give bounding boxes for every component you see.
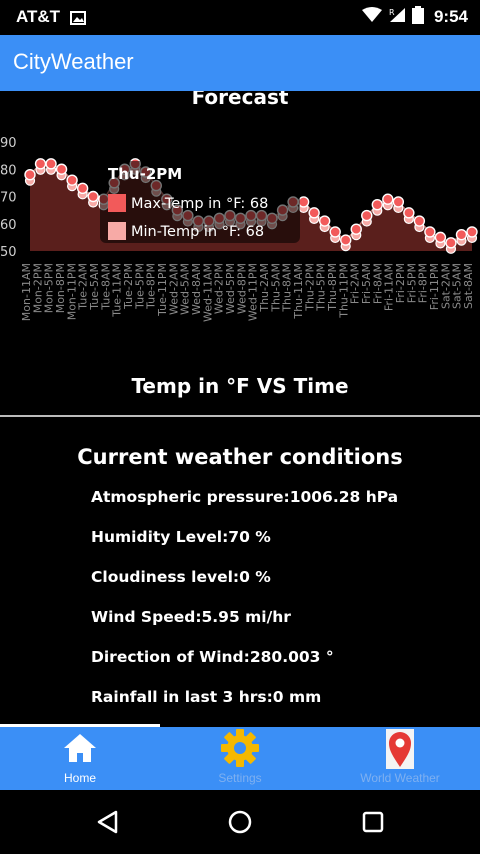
map-pin-icon xyxy=(386,729,414,773)
status-bar: AT&T R 9:54 xyxy=(0,0,480,35)
max-temp-point xyxy=(34,158,47,170)
tooltip-min-swatch xyxy=(108,222,126,240)
max-temp-point xyxy=(392,196,405,208)
system-nav-bar xyxy=(0,790,480,854)
max-temp-point xyxy=(87,190,99,203)
x-tick-label: Sat-8AM xyxy=(462,263,475,309)
max-temp-point xyxy=(424,226,436,238)
nav-home[interactable]: Home xyxy=(0,727,160,790)
app-bar: CityWeather xyxy=(0,35,480,91)
gear-icon xyxy=(220,729,260,772)
max-temp-point xyxy=(434,231,447,244)
conditions-title: Current weather conditions xyxy=(77,445,403,469)
max-temp-point xyxy=(371,198,383,211)
recents-icon[interactable] xyxy=(362,811,384,837)
max-temp-point xyxy=(382,193,394,205)
nav-world-weather[interactable]: World Weather xyxy=(320,727,480,790)
image-notification-icon xyxy=(70,10,86,29)
max-temp-point xyxy=(403,207,415,219)
home-circle-icon[interactable] xyxy=(228,810,252,838)
y-tick-label: 70 xyxy=(0,191,17,206)
max-temp-point xyxy=(45,158,57,170)
max-temp-point xyxy=(361,209,373,222)
y-tick-label: 90 xyxy=(0,136,17,151)
tooltip-min-label: Min-Temp in °F: 68 xyxy=(131,224,264,240)
chart-caption: Temp in °F VS Time xyxy=(131,374,349,398)
max-temp-point xyxy=(455,228,468,241)
nav-world-weather-label: World Weather xyxy=(360,771,440,785)
y-tick-label: 50 xyxy=(0,245,17,260)
max-temp-point xyxy=(413,215,426,227)
max-temp-point xyxy=(350,223,362,235)
wifi-icon xyxy=(361,7,382,27)
max-temp-point xyxy=(55,163,68,175)
max-temp-point xyxy=(329,226,341,238)
home-icon xyxy=(63,732,97,768)
main-content[interactable]: Forecast 50 60 70 80 90 Mon-11AM Mon-2PM Mon-5P… xyxy=(0,91,480,725)
clock: 9:54 xyxy=(433,7,468,26)
max-temp-point xyxy=(318,215,331,227)
y-tick-label: 80 xyxy=(0,163,17,178)
pressure-text: Atmospheric pressure:1006.28 hPa xyxy=(91,488,399,506)
status-icons: R 9:54 xyxy=(361,6,468,28)
max-temp-point xyxy=(308,207,320,219)
svg-text:R: R xyxy=(389,8,395,17)
tooltip-max-swatch xyxy=(108,194,126,212)
nav-settings-label: Settings xyxy=(218,771,262,785)
carrier-label: AT&T xyxy=(16,7,61,26)
chart-title: Forecast xyxy=(191,91,289,109)
bottom-nav: Home Settings World Weather xyxy=(0,727,480,790)
humidity-text: Humidity Level:70 % xyxy=(91,528,271,546)
max-temp-point xyxy=(297,196,310,208)
max-temp-point xyxy=(66,174,78,186)
wind-direction-text: Direction of Wind:280.003 ° xyxy=(91,648,334,666)
wind-speed-text: Wind Speed:5.95 mi/hr xyxy=(91,608,291,626)
max-temp-point xyxy=(76,182,89,195)
max-temp-point xyxy=(340,234,352,246)
max-temp-point xyxy=(466,226,478,238)
tooltip-max-label: Max-Temp in °F: 68 xyxy=(131,196,268,212)
nav-settings[interactable]: Settings xyxy=(160,727,320,790)
max-temp-point xyxy=(24,169,36,181)
rainfall-text: Rainfall in last 3 hrs:0 mm xyxy=(91,688,322,706)
divider xyxy=(0,415,480,417)
max-temp-point xyxy=(445,237,457,249)
cloudiness-text: Cloudiness level:0 % xyxy=(91,568,271,586)
signal-icon: R xyxy=(388,7,406,27)
back-icon[interactable] xyxy=(96,810,120,838)
nav-home-label: Home xyxy=(63,771,96,785)
app-title: CityWeather xyxy=(13,49,134,74)
forecast-chart[interactable]: 5060708090Mon-11AMMon-2PMMon-5PMMon-8PMM… xyxy=(0,121,480,371)
y-tick-label: 60 xyxy=(0,218,17,233)
tooltip-title: Thu-2PM xyxy=(108,165,182,183)
battery-icon xyxy=(411,6,424,28)
